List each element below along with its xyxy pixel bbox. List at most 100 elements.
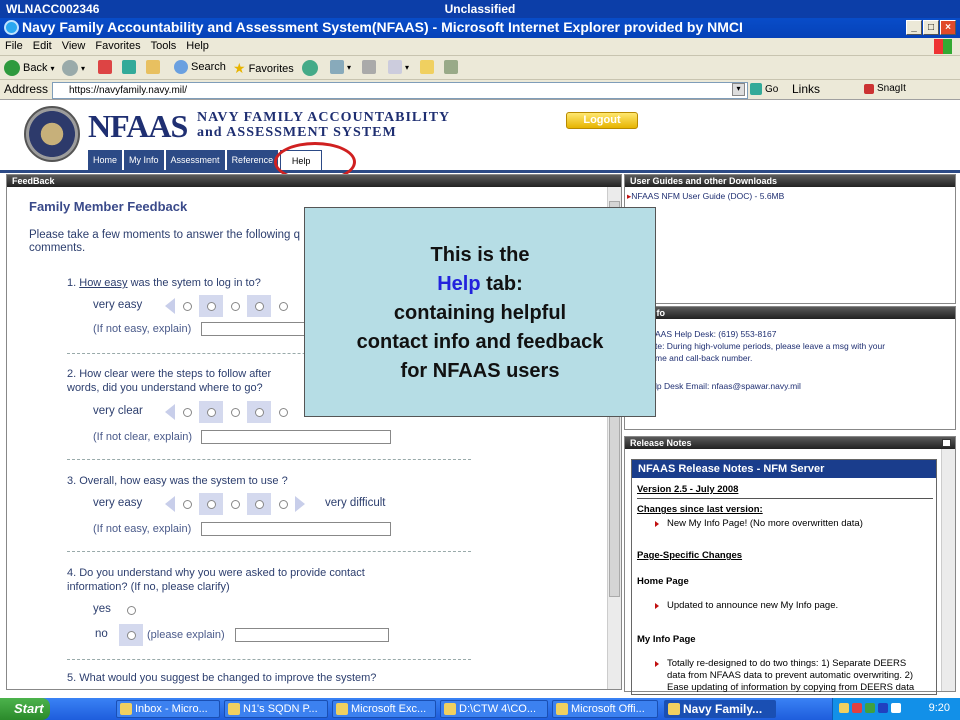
q3-explain-input[interactable] xyxy=(201,522,391,536)
minimize-button[interactable]: _ xyxy=(906,20,922,35)
feedback-heading: Family Member Feedback xyxy=(29,199,188,214)
tab-my-info[interactable]: My Info xyxy=(124,150,164,170)
user-guide-link[interactable]: ▸NFAAS NFM User Guide (DOC) - 5.6MB xyxy=(627,191,784,202)
task-n1-sqdn[interactable]: N1's SQDN P... xyxy=(224,700,328,718)
version-label: Version 2.5 - July 2008 xyxy=(637,484,739,495)
change-item-1: New My Info Page! (No more overwritten d… xyxy=(667,518,863,529)
print-icon xyxy=(362,60,376,74)
tab-home[interactable]: Home xyxy=(88,150,123,170)
start-button[interactable]: Start xyxy=(0,698,50,720)
window-title: Navy Family Accountability and Assessmen… xyxy=(22,19,743,35)
classification-banner: WLNACC002346 Unclassified xyxy=(0,0,960,18)
divider xyxy=(637,498,933,499)
my-info-note-line-3: Ease updating of information by copying … xyxy=(667,682,915,693)
q3-radio-1[interactable] xyxy=(175,493,199,515)
contact-note-line-2: me and call-back number. xyxy=(655,353,753,363)
task-office[interactable]: Microsoft Offi... xyxy=(552,700,658,718)
menu-bar: File Edit View Favorites Tools Help xyxy=(0,38,960,56)
q4-explain-input[interactable] xyxy=(235,628,389,642)
q3-radio-2[interactable] xyxy=(199,493,223,515)
print-button[interactable] xyxy=(362,60,376,74)
menu-help[interactable]: Help xyxy=(181,38,214,52)
q3-explain-label: (If not easy, explain) xyxy=(93,523,192,535)
stop-icon xyxy=(98,60,112,74)
q3-radio-5[interactable] xyxy=(271,493,295,515)
feedback-intro-line-1: Please take a few moments to answer the … xyxy=(29,229,301,241)
forward-button[interactable]: ▾ xyxy=(62,60,85,76)
stop-button[interactable] xyxy=(98,60,112,74)
task-inbox[interactable]: Inbox - Micro... xyxy=(116,700,220,718)
address-input[interactable]: https://navyfamily.navy.mil/ xyxy=(52,82,748,99)
task-excel[interactable]: Microsoft Exc... xyxy=(332,700,436,718)
question-2: 2. How clear were the steps to follow af… xyxy=(67,368,272,394)
task-folder[interactable]: D:\CTW 4\CO... xyxy=(440,700,548,718)
tray-icon[interactable] xyxy=(891,703,901,713)
tray-icon[interactable] xyxy=(839,703,849,713)
tab-assessment[interactable]: Assessment xyxy=(165,150,225,170)
folder-button[interactable] xyxy=(420,60,434,74)
question-4: 4. Do you understand why you were asked … xyxy=(67,567,365,593)
edit-button[interactable]: ▾ xyxy=(388,60,409,74)
q4-radio-yes[interactable] xyxy=(119,599,143,621)
release-notes-scrollbar[interactable] xyxy=(941,449,955,691)
q1-radio-3[interactable] xyxy=(223,295,247,317)
q4-no-label: no xyxy=(95,628,108,640)
refresh-button[interactable] xyxy=(122,60,136,74)
search-button[interactable]: Search xyxy=(174,60,226,74)
q2-radio-5[interactable] xyxy=(271,401,295,423)
q2-radio-2[interactable] xyxy=(199,401,223,423)
back-button[interactable]: Back ▾ xyxy=(4,60,54,76)
menu-edit[interactable]: Edit xyxy=(28,38,57,52)
home-button[interactable] xyxy=(146,60,160,74)
browser-toolbar: Back ▾ ▾ Search ★ Favorites ▾ ▾ xyxy=(0,56,960,80)
q1-radio-4[interactable] xyxy=(247,295,271,317)
snagit-button[interactable]: SnagIt xyxy=(864,83,906,94)
home-page-heading: Home Page xyxy=(637,576,689,587)
q2-radio-1[interactable] xyxy=(175,401,199,423)
history-button[interactable] xyxy=(302,60,318,76)
q4-radio-no[interactable] xyxy=(119,624,143,646)
q1-explain-input[interactable] xyxy=(201,322,305,336)
logout-button[interactable]: Logout xyxy=(566,112,638,129)
links-button[interactable]: Links xyxy=(792,82,820,96)
how-easy-link[interactable]: How easy xyxy=(79,277,127,289)
close-button[interactable]: × xyxy=(940,20,956,35)
logo-line-2: and ASSESSMENT SYSTEM xyxy=(197,125,397,140)
q2-radio-4[interactable] xyxy=(247,401,271,423)
menu-tools[interactable]: Tools xyxy=(146,38,182,52)
q4-yes-label: yes xyxy=(93,603,111,615)
research-button[interactable] xyxy=(444,60,458,74)
mail-button[interactable]: ▾ xyxy=(330,60,351,74)
contact-panel-title: tact Info xyxy=(625,307,955,319)
q1-radio-1[interactable] xyxy=(175,295,199,317)
tab-underline xyxy=(0,170,960,173)
q1-radio-5[interactable] xyxy=(271,295,295,317)
address-dropdown-icon[interactable]: ▾ xyxy=(732,83,745,96)
folder-icon xyxy=(420,60,434,74)
menu-favorites[interactable]: Favorites xyxy=(90,38,145,52)
go-button[interactable]: Go xyxy=(750,83,778,95)
contact-note-line-1: te: During high-volume periods, please l… xyxy=(655,341,886,351)
task-navy-family[interactable]: Navy Family... xyxy=(664,700,776,718)
tab-reference[interactable]: Reference xyxy=(226,150,279,170)
q3-radio-4[interactable] xyxy=(247,493,271,515)
q1-scale-left-label: very easy xyxy=(93,299,143,311)
favorites-button[interactable]: ★ Favorites xyxy=(233,60,294,77)
q3-rating-scale xyxy=(165,493,305,515)
back-arrow-icon xyxy=(4,60,20,76)
collapse-icon[interactable] xyxy=(942,439,951,447)
q1-radio-2[interactable] xyxy=(199,295,223,317)
menu-view[interactable]: View xyxy=(57,38,91,52)
q2-radio-3[interactable] xyxy=(223,401,247,423)
menu-file[interactable]: File xyxy=(0,38,28,52)
maximize-button[interactable]: □ xyxy=(923,20,939,35)
tray-icon[interactable] xyxy=(865,703,875,713)
q2-explain-input[interactable] xyxy=(201,430,391,444)
q3-scale-right-label: very difficult xyxy=(325,497,386,509)
tray-icon[interactable] xyxy=(852,703,862,713)
bullet-icon xyxy=(655,521,659,527)
changes-heading: Changes since last version: xyxy=(637,504,763,515)
tray-icon[interactable] xyxy=(878,703,888,713)
q3-radio-3[interactable] xyxy=(223,493,247,515)
release-notes-box: NFAAS Release Notes - NFM Server Version… xyxy=(631,459,937,695)
